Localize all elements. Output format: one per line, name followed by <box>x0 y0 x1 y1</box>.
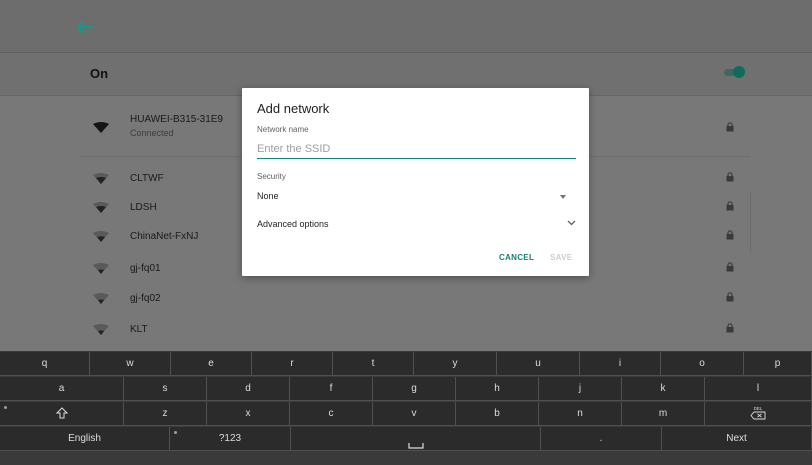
wifi-signal-full-icon <box>93 122 109 133</box>
add-network-dialog: Add network Network name Security None A… <box>242 88 589 276</box>
security-label: Security <box>257 172 286 181</box>
key-w[interactable]: w <box>90 352 171 376</box>
key-y[interactable]: y <box>414 352 497 376</box>
cancel-button[interactable]: CANCEL <box>499 253 534 262</box>
dialog-title: Add network <box>257 101 330 116</box>
key-p[interactable]: p <box>744 352 812 376</box>
key-v[interactable]: v <box>373 402 456 426</box>
key-q[interactable]: q <box>0 352 90 376</box>
chevron-down-icon <box>567 220 576 226</box>
key-z[interactable]: z <box>124 402 207 426</box>
space-icon <box>407 443 424 449</box>
wifi-signal-icon <box>93 231 109 242</box>
lock-icon <box>726 172 734 182</box>
key-m[interactable]: m <box>622 402 705 426</box>
shift-key[interactable] <box>0 402 124 426</box>
network-status: Connected <box>130 128 174 138</box>
network-row[interactable]: gj-fq02 <box>0 284 812 312</box>
key-s[interactable]: s <box>124 377 207 401</box>
arrow-left-icon[interactable] <box>76 20 94 34</box>
delete-label: DEL <box>754 406 763 411</box>
key-o[interactable]: o <box>661 352 744 376</box>
backspace-icon: DEL <box>750 406 766 420</box>
network-name: ChinaNet-FxNJ <box>130 231 199 242</box>
network-name-label: Network name <box>257 125 309 134</box>
advanced-options-toggle[interactable]: Advanced options <box>257 218 576 232</box>
lock-icon <box>726 230 734 240</box>
save-button[interactable]: SAVE <box>550 253 572 262</box>
wifi-signal-icon <box>93 324 109 335</box>
wifi-signal-icon <box>93 173 109 184</box>
lock-icon <box>726 292 734 302</box>
key-d[interactable]: d <box>207 377 290 401</box>
key-u[interactable]: u <box>497 352 580 376</box>
symbols-key[interactable]: ?123 <box>170 427 291 451</box>
key-e[interactable]: e <box>171 352 252 376</box>
long-press-dot <box>174 431 177 434</box>
key-x[interactable]: x <box>207 402 290 426</box>
security-select[interactable]: None <box>257 189 576 205</box>
network-name: gj-fq01 <box>130 263 161 274</box>
wifi-signal-icon <box>93 202 109 213</box>
key-i[interactable]: i <box>580 352 661 376</box>
toggle-thumb <box>733 66 745 78</box>
key-h[interactable]: h <box>456 377 539 401</box>
on-screen-keyboard: q w e r t y u i o p a s d f g h j k l z … <box>0 351 812 465</box>
key-k[interactable]: k <box>622 377 705 401</box>
long-press-dot <box>4 406 7 409</box>
key-l[interactable]: l <box>705 377 812 401</box>
lock-icon <box>726 323 734 333</box>
network-name: KLT <box>130 324 148 335</box>
lock-icon <box>726 122 734 132</box>
dropdown-caret-icon <box>560 195 566 199</box>
network-name: gj-fq02 <box>130 293 161 304</box>
key-f[interactable]: f <box>290 377 373 401</box>
wifi-signal-icon <box>93 263 109 274</box>
network-name: LDSH <box>130 202 157 213</box>
key-c[interactable]: c <box>290 402 373 426</box>
next-key[interactable]: Next <box>662 427 812 451</box>
toolbar <box>0 0 812 53</box>
backspace-key[interactable]: DEL <box>705 402 812 426</box>
advanced-options-label: Advanced options <box>257 219 329 229</box>
lock-icon <box>726 201 734 211</box>
symbols-label: ?123 <box>218 433 242 444</box>
network-name: CLTWF <box>130 173 164 184</box>
network-name: HUAWEI-B315-31E9 <box>130 114 223 125</box>
language-key[interactable]: English <box>0 427 170 451</box>
ssid-input[interactable] <box>257 140 576 159</box>
wifi-signal-icon <box>93 293 109 304</box>
space-key[interactable] <box>291 427 541 451</box>
key-a[interactable]: a <box>0 377 124 401</box>
lock-icon <box>726 262 734 272</box>
security-value: None <box>257 191 279 201</box>
period-key[interactable]: . <box>541 427 662 451</box>
key-b[interactable]: b <box>456 402 539 426</box>
wifi-toggle-switch[interactable] <box>724 66 746 78</box>
key-g[interactable]: g <box>373 377 456 401</box>
key-n[interactable]: n <box>539 402 622 426</box>
key-t[interactable]: t <box>333 352 414 376</box>
wifi-state-label: On <box>90 66 109 81</box>
network-row[interactable]: KLT <box>0 315 812 343</box>
key-j[interactable]: j <box>539 377 622 401</box>
key-r[interactable]: r <box>252 352 333 376</box>
shift-icon <box>55 407 68 419</box>
